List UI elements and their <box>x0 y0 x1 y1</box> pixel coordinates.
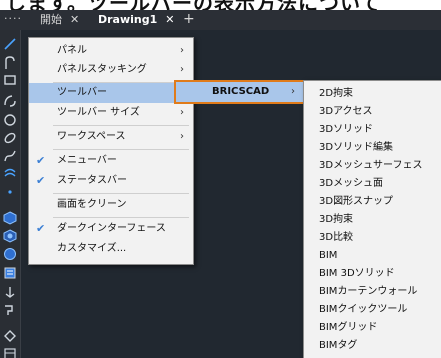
revolve-icon[interactable] <box>3 284 17 298</box>
toolbar-item-bim[interactable]: BIM <box>304 246 441 266</box>
toolbar-item-bim-3d-solids[interactable]: BIM 3Dソリッド <box>304 264 441 284</box>
menu-item-toolbar[interactable]: ツールバー › <box>29 83 193 103</box>
menu-item-customize[interactable]: カスタマイズ... <box>29 239 193 259</box>
draw-toolbar <box>0 30 21 358</box>
point-icon[interactable] <box>3 184 17 198</box>
arc-icon[interactable] <box>3 93 17 107</box>
checkmark-icon: ✔ <box>36 174 46 187</box>
solid-sphere-icon[interactable] <box>3 246 17 260</box>
toolbar-item-2d-constraints[interactable]: 2D拘束 <box>304 84 441 104</box>
toolbar-item-bim-tag[interactable]: BIMタグ <box>304 336 441 356</box>
bricscad-toolbar-list: 2D拘束 3Dアクセス 3Dソリッド 3Dソリッド編集 3Dメッシュサーフェス … <box>303 80 441 358</box>
extrude-icon[interactable] <box>3 265 17 279</box>
menu-item-workspace[interactable]: ワークスペース › <box>29 127 193 147</box>
tab-home[interactable]: 開始 ✕ <box>40 10 79 30</box>
toolbar-item-3d-compare[interactable]: 3D比較 <box>304 228 441 248</box>
chevron-right-icon: › <box>180 107 184 118</box>
menu-separator <box>53 125 189 126</box>
polyline-icon[interactable] <box>3 55 17 69</box>
chevron-right-icon: › <box>180 64 184 75</box>
toolbar-item-3d-osnap[interactable]: 3D図形スナップ <box>304 192 441 212</box>
sweep-icon[interactable] <box>3 328 17 342</box>
menu-item-menubar[interactable]: ✔ メニューバー <box>29 151 193 171</box>
spline-icon[interactable] <box>3 148 17 162</box>
checkmark-icon: ✔ <box>36 222 46 235</box>
tab-home-label: 開始 <box>40 13 62 26</box>
ellipse-icon[interactable] <box>3 130 17 144</box>
menu-item-panel-stacking[interactable]: パネルスタッキング › <box>29 60 193 80</box>
toolbar-item-3d-access[interactable]: 3Dアクセス <box>304 102 441 122</box>
toolbar-item-3d-mesh-surface[interactable]: 3Dメッシュサーフェス <box>304 156 441 176</box>
menu-separator <box>53 193 189 194</box>
toolbar-item-bim-quick-tools[interactable]: BIMクイックツール <box>304 300 441 320</box>
hatch-icon[interactable] <box>3 166 17 180</box>
new-tab-button[interactable]: + <box>183 10 195 29</box>
menu-separator <box>53 149 189 150</box>
chevron-right-icon: › <box>180 131 184 142</box>
tab-bar: ···· 開始 ✕ Drawing1 ✕ + <box>0 10 441 30</box>
toolbar-item-3d-solids[interactable]: 3Dソリッド <box>304 120 441 140</box>
tab-drawing1-close-icon[interactable]: ✕ <box>165 13 174 26</box>
toolbar-item-3d-solid-edit[interactable]: 3Dソリッド編集 <box>304 138 441 158</box>
loft-icon[interactable] <box>3 302 17 316</box>
caption-strip: します。ツールバーの表示方法について <box>0 0 441 10</box>
menu-item-panel[interactable]: パネル › <box>29 41 193 61</box>
menu-item-bricscad[interactable]: BRICSCAD › <box>176 82 304 102</box>
menu-separator <box>53 217 189 218</box>
toolbar-item-bim-grid[interactable]: BIMグリッド <box>304 318 441 338</box>
settings-icon[interactable] <box>3 346 17 358</box>
tab-home-close-icon[interactable]: ✕ <box>70 13 79 26</box>
caption-text: します。ツールバーの表示方法について <box>6 0 381 10</box>
menu-item-dark-interface[interactable]: ✔ ダークインターフェース <box>29 219 193 239</box>
tab-drawing1[interactable]: Drawing1 ✕ <box>98 10 175 30</box>
toolbar-item-3d-constraints[interactable]: 3D拘束 <box>304 210 441 230</box>
menu-item-toolbar-size[interactable]: ツールバー サイズ › <box>29 103 193 123</box>
tab-drawing1-label: Drawing1 <box>98 13 158 26</box>
app-window: ···· 開始 ✕ Drawing1 ✕ + パネル › パネルスタッキング ›… <box>0 10 441 358</box>
chevron-right-icon: › <box>180 45 184 56</box>
toolbar-item-bim-curtain-wall[interactable]: BIMカーテンウォール <box>304 282 441 302</box>
menu-item-statusbar[interactable]: ✔ ステータスバー <box>29 171 193 191</box>
menu-item-clean-screen[interactable]: 画面をクリーン <box>29 195 193 215</box>
tab-overflow-button[interactable]: ···· <box>4 12 22 25</box>
toolbar-submenu: BRICSCAD › <box>174 80 306 104</box>
chevron-right-icon: › <box>291 86 295 97</box>
line-icon[interactable] <box>3 36 17 50</box>
toolbar-item-3d-mesh-face[interactable]: 3Dメッシュ面 <box>304 174 441 194</box>
view-context-menu: パネル › パネルスタッキング › ツールバー › ツールバー サイズ › ワー… <box>28 37 194 265</box>
solid-cylinder-icon[interactable] <box>3 228 17 243</box>
checkmark-icon: ✔ <box>36 154 46 167</box>
solid-box-icon[interactable] <box>3 210 17 225</box>
circle-icon[interactable] <box>3 112 17 126</box>
rectangle-icon[interactable] <box>3 72 17 86</box>
